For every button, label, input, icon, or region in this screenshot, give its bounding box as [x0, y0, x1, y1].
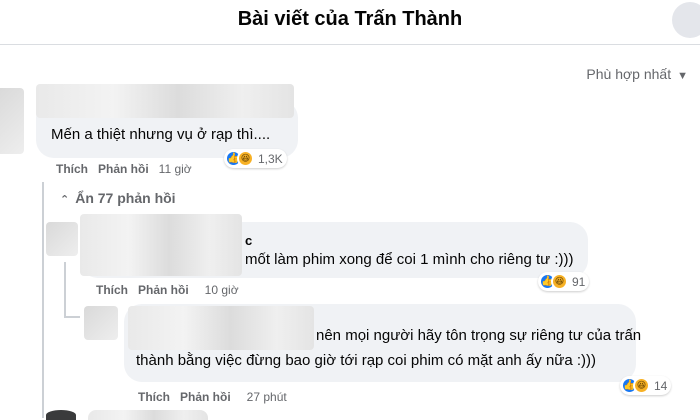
like-button[interactable]: Thích	[96, 283, 128, 297]
avatar[interactable]	[46, 410, 76, 420]
replier-name-blurred[interactable]	[88, 410, 208, 420]
reaction-count: 14	[654, 378, 668, 393]
commenter-name-blurred[interactable]	[36, 84, 294, 118]
hide-replies-label: Ẩn 77 phản hồi	[75, 190, 176, 206]
dialog-header: Bài viết của Trấn Thành	[0, 0, 700, 45]
reaction-summary[interactable]: 👍 😆 91	[538, 272, 590, 291]
thread-line	[64, 262, 66, 316]
close-button[interactable]	[672, 2, 700, 38]
reaction-summary[interactable]: 👍 😆 1,3K	[224, 149, 287, 168]
hide-replies-toggle[interactable]: ⌃ Ẩn 77 phản hồi	[60, 190, 176, 206]
replier-name-blurred[interactable]	[80, 214, 242, 276]
reply-actions: Thích Phản hồi 10 giờ	[96, 283, 239, 297]
reply-button[interactable]: Phản hồi	[180, 390, 231, 404]
sort-dropdown[interactable]: Phù hợp nhất ▼	[586, 66, 688, 82]
reply-time[interactable]: 10 giờ	[205, 283, 239, 297]
reply-text-line-1: nên mọi người hãy tôn trọng sự riêng tư …	[316, 327, 642, 344]
replier-name-blurred[interactable]	[128, 306, 314, 350]
avatar[interactable]	[46, 222, 78, 256]
thread-line	[42, 182, 44, 418]
reaction-summary[interactable]: 👍 😆 14	[620, 376, 672, 395]
comment-actions: Thích Phản hồi 11 giờ	[56, 162, 192, 176]
like-button[interactable]: Thích	[56, 162, 88, 176]
haha-reaction-icon: 😆	[237, 150, 254, 167]
reply-button[interactable]: Phản hồi	[138, 283, 189, 297]
chevron-up-icon: ⌃	[60, 194, 70, 206]
reply-actions: Thích Phản hồi 27 phút	[138, 390, 287, 404]
replier-name-fragment[interactable]: c	[245, 233, 252, 248]
reply-text-line-2: thành bằng việc đừng bao giờ tới rạp coi…	[136, 352, 596, 369]
reply-text: mốt làm phim xong để coi 1 mình cho riên…	[245, 251, 574, 268]
avatar[interactable]	[0, 88, 24, 154]
dialog-title: Bài viết của Trấn Thành	[237, 8, 463, 30]
sort-label: Phù hợp nhất	[586, 66, 672, 82]
reply-button[interactable]: Phản hồi	[98, 162, 149, 176]
comment-time[interactable]: 11 giờ	[159, 162, 192, 176]
reaction-count: 1,3K	[258, 151, 283, 166]
comment-text: Mến a thiệt nhưng vụ ở rạp thì....	[51, 126, 271, 143]
reply-time[interactable]: 27 phút	[247, 390, 287, 404]
avatar[interactable]	[84, 306, 118, 340]
haha-reaction-icon: 😆	[551, 273, 568, 290]
like-button[interactable]: Thích	[138, 390, 170, 404]
thread-line	[64, 316, 80, 318]
chevron-down-icon: ▼	[677, 70, 688, 82]
haha-reaction-icon: 😆	[633, 377, 650, 394]
reaction-count: 91	[572, 274, 586, 289]
